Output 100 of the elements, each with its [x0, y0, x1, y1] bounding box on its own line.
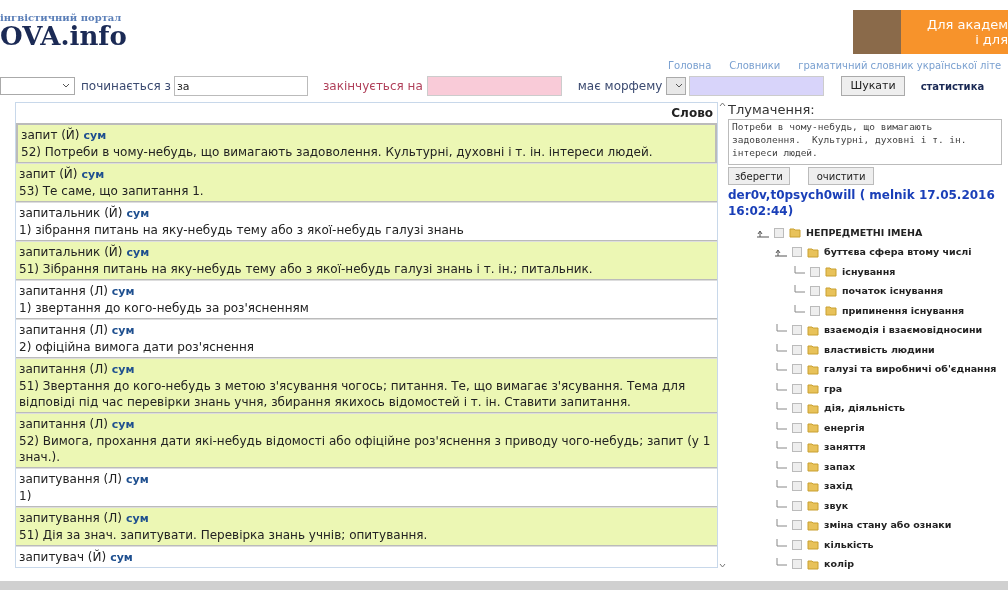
field-label: закінчується на: [322, 78, 423, 95]
result-row[interactable]: запитання (Л) сум 2) офіційна вимога дати роз'яснення: [16, 319, 717, 358]
folder-icon: [825, 285, 837, 297]
definition-textarea[interactable]: Потреби в чому-небудь, що вимагають задоволення. Культурні, духовні і т. ін. інтереси людей.: [728, 119, 1002, 165]
tree-item[interactable]: запах: [824, 459, 856, 474]
folder-icon: [807, 402, 819, 414]
source-link[interactable]: сум: [126, 512, 149, 525]
headword: запитання (Л): [19, 323, 108, 337]
checkbox[interactable]: [792, 520, 802, 531]
tree-item[interactable]: дія, діяльність: [824, 401, 905, 416]
definition-text: 52) Вимога, прохання дати які-небудь відомості або офіційне роз'яснення з приводу чого-небудь; запит (у 1 знач.).: [19, 433, 712, 465]
checkbox[interactable]: [792, 539, 802, 550]
tree-item[interactable]: початок існування: [842, 284, 944, 299]
checkbox[interactable]: [792, 403, 802, 414]
tree-item[interactable]: взаємодія і взаємовідносини: [824, 323, 983, 338]
headword: запитання (Л): [19, 284, 108, 298]
result-row[interactable]: [16, 358, 717, 413]
input-field[interactable]: [426, 76, 562, 96]
folder-icon: [825, 305, 837, 317]
photo-placeholder: [853, 10, 901, 54]
headword: запитальник (Й): [19, 206, 123, 220]
checkbox[interactable]: [810, 266, 820, 277]
checkbox[interactable]: [792, 481, 802, 492]
source-link[interactable]: сум: [81, 168, 105, 181]
result-row[interactable]: запит (Й) сум 53) Те саме, що запитання 1.: [16, 163, 717, 202]
checkbox[interactable]: [792, 383, 802, 394]
source-link[interactable]: сум: [126, 207, 150, 220]
tree-item[interactable]: кількість: [824, 537, 874, 552]
folder-icon: [825, 266, 837, 278]
checkbox[interactable]: [792, 442, 802, 453]
field-label: починається з: [81, 78, 171, 95]
result-row[interactable]: запитувач (Й) сум: [16, 546, 717, 567]
checkbox[interactable]: [792, 325, 802, 336]
folder-icon: [807, 344, 819, 356]
tree-item[interactable]: колір: [824, 557, 854, 572]
tree-item[interactable]: припинення існування: [842, 303, 965, 318]
scroll-down-icon[interactable]: [718, 563, 726, 568]
tree-item[interactable]: заняття: [824, 440, 866, 455]
dropdown[interactable]: [0, 77, 75, 95]
tree-item[interactable]: гра: [824, 381, 843, 396]
headword: запитальник (Й): [19, 245, 123, 259]
result-row[interactable]: запит (Й) сум 52) Потреби в чому-небудь, що вимагають задоволення. Культурні, духовні і т. ін. інтереси людей.: [16, 123, 717, 163]
checkbox[interactable]: [792, 344, 802, 355]
result-row[interactable]: запитальник (Й) сум 1) зібрання питань на яку-небудь тему або з якої-небудь галузі знань: [16, 202, 717, 241]
tree-item[interactable]: галузі та виробничі об'єднання: [824, 362, 997, 377]
scroll-up-icon[interactable]: [718, 102, 726, 107]
author-line: der0v,t0psych0will ( melnik 17.05.2016 16:02:44): [728, 187, 996, 219]
column-header[interactable]: Слово: [16, 103, 717, 123]
folder-icon: [789, 227, 801, 239]
source-link[interactable]: сум: [83, 129, 107, 142]
headword: запит (Й): [21, 128, 80, 142]
source-link[interactable]: сум: [111, 324, 135, 337]
tree-item[interactable]: енергія: [824, 420, 865, 435]
folder-icon: [807, 422, 819, 434]
result-row[interactable]: запитування (Л) сум 1): [16, 468, 717, 507]
clear-button[interactable]: очистити: [807, 167, 875, 185]
folder-icon: [807, 363, 819, 375]
result-row[interactable]: запитання (Л) сум 1) звертання до кого-небудь за роз'ясненням: [16, 280, 717, 319]
statistics-link[interactable]: статистика: [920, 78, 985, 94]
checkbox[interactable]: [792, 559, 802, 570]
scrollbar[interactable]: [0, 581, 1008, 590]
source-link[interactable]: сум: [111, 418, 135, 431]
checkbox[interactable]: [792, 422, 802, 433]
tree-item[interactable]: НЕПРЕДМЕТНІ ІМЕНА: [806, 225, 923, 240]
checkbox[interactable]: [810, 305, 820, 316]
input-field[interactable]: [689, 76, 825, 96]
definition-text: 52) Потреби в чому-небудь, що вимагають задоволення. Культурні, духовні і т. ін. інтереси людей.: [21, 144, 654, 160]
folder-icon: [807, 519, 819, 531]
checkbox[interactable]: [774, 227, 784, 238]
tree-item[interactable]: властивість людини: [824, 342, 935, 357]
headword: запитувач (Й): [19, 550, 107, 564]
result-row[interactable]: запитування (Л) сум 51) Дія за знач. запитувати. Перевірка знань учнів; опитування.: [16, 507, 717, 546]
folder-icon: [807, 480, 819, 492]
chevron-down-icon: [675, 83, 684, 89]
logo-text[interactable]: OVA.info: [0, 23, 127, 49]
save-button[interactable]: зберегти: [728, 167, 790, 185]
tree-item[interactable]: зміна стану або ознаки: [824, 518, 952, 533]
folder-icon: [807, 383, 819, 395]
input-field[interactable]: за: [173, 76, 308, 96]
checkbox[interactable]: [792, 461, 802, 472]
checkbox[interactable]: [792, 364, 802, 375]
tree-item[interactable]: захід: [824, 479, 853, 494]
checkbox[interactable]: [810, 286, 820, 297]
tree-item[interactable]: існування: [842, 264, 896, 279]
headword: запитання (Л): [19, 417, 108, 431]
search-button[interactable]: Шукати: [841, 76, 905, 96]
definition-text: 51) Дія за знач. запитувати. Перевірка знань учнів; опитування.: [19, 527, 429, 543]
source-link[interactable]: сум: [126, 473, 149, 486]
tree-item[interactable]: звук: [824, 498, 849, 513]
result-row[interactable]: запитання (Л) сум 52) Вимога, прохання дати які-небудь відомості або офіційне роз'яснення з приводу чого-небудь; запит (у 1 знач.).: [16, 413, 717, 468]
source-link[interactable]: сум: [111, 363, 135, 376]
dropdown[interactable]: [666, 77, 687, 95]
source-link[interactable]: сум: [111, 285, 135, 298]
source-link[interactable]: сум: [110, 551, 133, 564]
banner-text: Для академ: [927, 17, 1008, 32]
result-row[interactable]: запитальник (Й) сум 51) Зібрання питань на яку-небудь тему або з якої-небудь галузі знань і т. ін.; питальник.: [16, 241, 717, 280]
checkbox[interactable]: [792, 247, 802, 258]
checkbox[interactable]: [792, 500, 802, 511]
tree-item[interactable]: буттєва сфера втому числі: [824, 245, 972, 260]
source-link[interactable]: сум: [126, 246, 150, 259]
